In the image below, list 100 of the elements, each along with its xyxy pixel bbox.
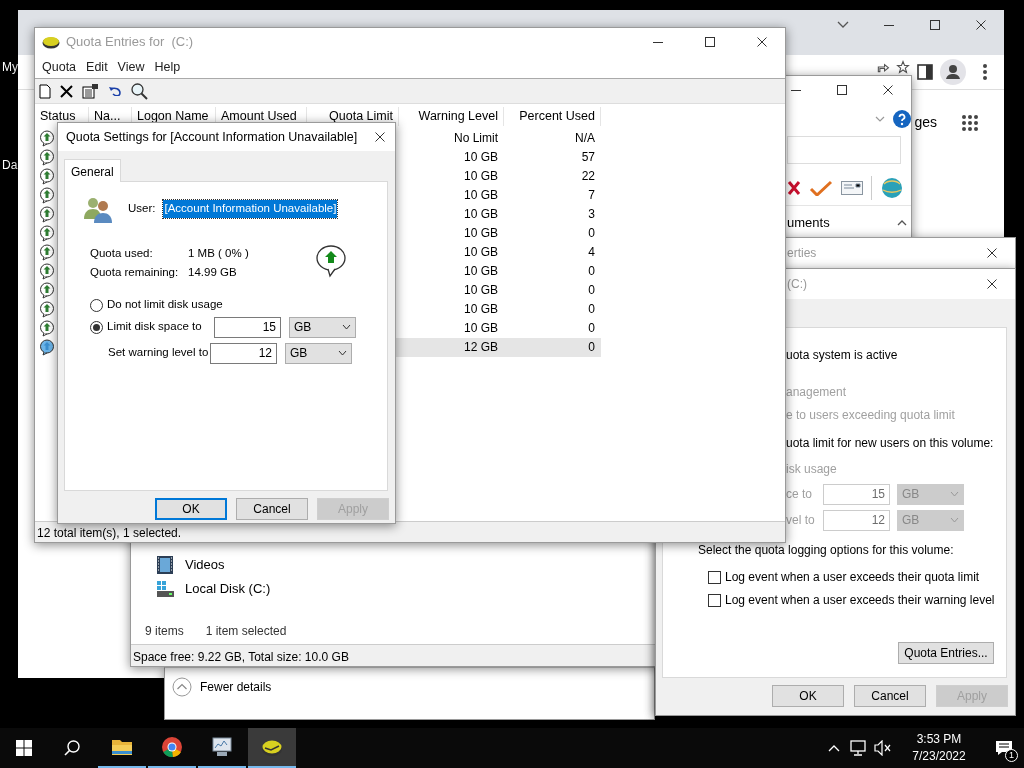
- fewer-details-link[interactable]: Fewer details: [200, 678, 272, 696]
- apps-grid-icon[interactable]: [962, 114, 978, 131]
- close-icon[interactable]: [883, 85, 893, 95]
- envelope-icon[interactable]: [841, 180, 863, 195]
- star-icon[interactable]: [896, 60, 910, 74]
- caret-up-icon[interactable]: [897, 220, 907, 226]
- arrow-balloon-icon: [39, 225, 56, 243]
- link-text[interactable]: ges: [914, 112, 937, 133]
- window-title: (C:): [787, 276, 807, 293]
- field-label: ce to: [786, 486, 813, 503]
- new-document-icon[interactable]: [39, 83, 51, 99]
- folder-label[interactable]: uments: [787, 213, 830, 233]
- window-title: erties: [787, 245, 817, 262]
- windows-start-icon[interactable]: [16, 740, 32, 756]
- arrow-balloon-icon: [39, 320, 56, 338]
- radio-button[interactable]: [90, 320, 103, 334]
- table-cell-text: 10 GB: [462, 168, 499, 185]
- undo-icon[interactable]: [108, 86, 122, 96]
- arrow-balloon-icon: [39, 149, 56, 167]
- table-cell-text: 10 GB: [462, 187, 499, 204]
- properties-icon[interactable]: [82, 83, 99, 99]
- column-header[interactable]: Warning Level: [399, 107, 504, 126]
- address-field[interactable]: [787, 136, 901, 164]
- user-name-field[interactable]: [Account Information Unavailable]: [163, 200, 338, 218]
- column-header[interactable]: Percent Used: [504, 107, 601, 126]
- search-icon[interactable]: [131, 82, 148, 100]
- desktop-icon-label[interactable]: My: [2, 58, 18, 76]
- clock-date[interactable]: 7/23/2022: [904, 748, 974, 765]
- number-field[interactable]: 12: [210, 342, 277, 364]
- caret-down-icon[interactable]: [837, 21, 849, 29]
- dialog-button[interactable]: Cancel: [854, 685, 926, 707]
- dialog-button[interactable]: OK: [155, 498, 227, 520]
- checkbox[interactable]: [708, 593, 721, 607]
- radio-button[interactable]: [90, 298, 103, 312]
- sidebar-icon[interactable]: [916, 63, 934, 81]
- field-label: Set warning level to: [108, 345, 210, 361]
- menu-item[interactable]: Help: [149, 57, 186, 77]
- table-cell-text: 4: [587, 244, 596, 261]
- table-cell-text: 10 GB: [462, 320, 499, 337]
- maximize-icon[interactable]: [930, 20, 940, 30]
- table-cell-text: No Limit: [453, 130, 499, 147]
- dialog-button[interactable]: OK: [772, 685, 844, 707]
- cross-icon[interactable]: [787, 179, 801, 196]
- nav-item-label[interactable]: Local Disk (C:): [185, 579, 271, 599]
- drive-icon[interactable]: [156, 579, 175, 599]
- globe-icon[interactable]: [880, 176, 904, 199]
- caret-up-circle-icon[interactable]: [172, 677, 192, 697]
- field-label: vel to: [786, 512, 816, 529]
- checkbox-label: Log event when a user exceeds their warning level: [725, 592, 995, 609]
- window-title: Quota Entries for (C:): [66, 33, 194, 52]
- caret-down-icon: [950, 491, 959, 497]
- close-icon[interactable]: [987, 248, 997, 258]
- maximize-icon[interactable]: [705, 37, 715, 47]
- monitor-icon[interactable]: [211, 736, 233, 758]
- unit-dropdown[interactable]: GB: [289, 316, 356, 338]
- maximize-icon[interactable]: [837, 85, 847, 95]
- number-field[interactable]: 15: [214, 316, 281, 338]
- unit-dropdown[interactable]: GB: [285, 342, 352, 364]
- tab[interactable]: General: [64, 159, 121, 182]
- close-icon[interactable]: [976, 20, 986, 30]
- close-icon[interactable]: [987, 279, 997, 289]
- delete-icon[interactable]: [60, 84, 73, 98]
- radio-label: Do not limit disk usage: [107, 297, 223, 313]
- option-text: e to users exceeding quota limit: [786, 407, 956, 424]
- dialog-button[interactable]: Cancel: [236, 498, 308, 520]
- table-cell-text: 10 GB: [462, 263, 499, 280]
- radio-label: Limit disk space to: [107, 319, 203, 335]
- table-cell-text: 0: [587, 225, 596, 242]
- close-icon[interactable]: [757, 37, 767, 47]
- status-text: 12 total item(s), 1 selected.: [37, 526, 182, 540]
- table-cell-text: 0: [587, 320, 596, 337]
- menu-item[interactable]: Edit: [81, 57, 113, 77]
- quota-disc-icon: [42, 35, 60, 49]
- more-icon[interactable]: [982, 63, 988, 81]
- arrow-balloon-icon: [315, 244, 349, 278]
- caret-down-icon[interactable]: [875, 116, 885, 122]
- option-text: uota system is active: [786, 347, 899, 364]
- help-icon[interactable]: [893, 110, 911, 128]
- checkbox[interactable]: [708, 570, 721, 584]
- checkmark-icon[interactable]: [809, 179, 833, 196]
- speaker-muted-icon[interactable]: [874, 740, 892, 756]
- notification-icon[interactable]: [995, 740, 1013, 756]
- desktop-icon-label[interactable]: Da: [2, 156, 18, 174]
- search-icon[interactable]: [64, 740, 80, 756]
- close-icon[interactable]: [375, 132, 386, 142]
- table-cell-text: 0: [587, 282, 596, 299]
- table-cell-text: 22: [580, 168, 596, 185]
- quota-entries-button[interactable]: Quota Entries...: [898, 642, 994, 664]
- caret-down-icon: [950, 517, 959, 523]
- menu-item[interactable]: Quota: [37, 57, 82, 77]
- menu-item[interactable]: View: [112, 57, 150, 77]
- option-text: anagement: [786, 384, 848, 401]
- network-icon[interactable]: [850, 740, 868, 756]
- profile-icon[interactable]: [940, 59, 966, 85]
- film-icon[interactable]: [156, 555, 175, 575]
- nav-item-label[interactable]: Videos: [185, 555, 225, 575]
- clock-time[interactable]: 3:53 PM: [904, 731, 974, 748]
- user-label: User:: [128, 201, 156, 217]
- browser-icon[interactable]: [161, 736, 183, 758]
- option-text: isk usage: [786, 461, 838, 478]
